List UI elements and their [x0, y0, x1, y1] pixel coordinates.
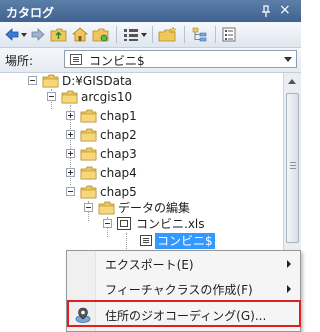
menu-item-label: フィーチャクラスの作成(F)	[105, 283, 253, 297]
tree-item-chap1[interactable]: chap1	[0, 108, 283, 124]
tree-item-chap3[interactable]: chap3	[0, 146, 283, 162]
submenu-arrow-icon	[287, 285, 291, 293]
tree-item-chap5[interactable]: chap5	[0, 184, 283, 200]
tree-item-label: コンビニ.xls	[136, 217, 205, 231]
scroll-up-icon[interactable]	[288, 79, 296, 84]
location-label: 場所:	[5, 54, 34, 68]
menu-item-label: エクスポート(E)	[105, 258, 194, 272]
scroll-thumb[interactable]	[286, 93, 299, 243]
tree-item-label: chap4	[100, 166, 137, 180]
tree-item-label: chap2	[100, 128, 137, 142]
menu-item-create-feature-class[interactable]: フィーチャクラスの作成(F)	[68, 277, 299, 301]
window-title: カタログ	[6, 6, 55, 20]
location-combobox[interactable]: コンビニ$	[64, 50, 297, 68]
folder-connect-icon[interactable]	[92, 26, 110, 43]
highlight-frame	[67, 300, 301, 327]
excel-file-icon	[117, 217, 131, 230]
expand-icon[interactable]	[66, 168, 75, 177]
folder-icon	[80, 185, 97, 199]
collapse-icon[interactable]	[47, 92, 56, 101]
table-icon	[140, 235, 152, 246]
folder-icon	[80, 147, 97, 161]
view-dropdown-icon[interactable]	[140, 26, 148, 43]
tree-item-label: chap5	[100, 185, 137, 199]
toolbar-separator	[116, 26, 117, 43]
chevron-down-icon[interactable]	[284, 57, 292, 62]
title-bar: カタログ ×	[0, 0, 301, 22]
tree-item-chap2[interactable]: chap2	[0, 127, 283, 143]
view-list-icon[interactable]	[122, 26, 140, 43]
expand-icon[interactable]	[66, 111, 75, 120]
tree-item-label: コンビニ$	[155, 233, 215, 249]
folder-icon	[61, 90, 78, 104]
tree-item-label: chap3	[100, 147, 137, 161]
tree-item-label: D:¥GISData	[62, 74, 133, 88]
new-folder-icon[interactable]	[158, 26, 178, 43]
toolbar-separator	[184, 26, 185, 43]
toolbar	[0, 22, 301, 48]
pin-icon[interactable]	[259, 4, 273, 18]
submenu-arrow-icon	[287, 260, 291, 268]
folder-icon	[98, 201, 115, 215]
tree-toggle-icon[interactable]	[191, 26, 209, 43]
table-icon	[70, 54, 82, 65]
tree-item-data-edit[interactable]: データの編集	[0, 200, 283, 216]
dropdown-icon[interactable]	[20, 26, 28, 43]
collapse-icon[interactable]	[66, 187, 75, 196]
folder-icon	[42, 74, 59, 88]
tree-item-label: chap1	[100, 109, 137, 123]
tree-item-chap4[interactable]: chap4	[0, 165, 283, 181]
tree-item-gisdata[interactable]: D:¥GISData	[0, 73, 283, 89]
collapse-icon[interactable]	[84, 203, 93, 212]
folder-icon	[80, 109, 97, 123]
tree-item-label: データの編集	[118, 201, 191, 215]
tree-item-xls[interactable]: コンビニ.xls	[0, 216, 283, 232]
home-icon[interactable]	[71, 26, 89, 43]
folder-icon	[80, 166, 97, 180]
grip-icon	[290, 162, 296, 163]
menu-item-export[interactable]: エクスポート(E)	[68, 252, 299, 276]
tree-item-arcgis10[interactable]: arcgis10	[0, 89, 283, 105]
collapse-icon[interactable]	[103, 219, 112, 228]
forward-arrow-icon[interactable]	[30, 26, 46, 43]
location-bar: 場所: コンビニ$	[0, 48, 301, 73]
location-value: コンビニ$	[89, 54, 145, 68]
expand-icon[interactable]	[66, 149, 75, 158]
tree-item-sheet-selected[interactable]: コンビニ$	[0, 233, 283, 249]
up-folder-icon[interactable]	[50, 26, 68, 43]
folder-icon	[80, 128, 97, 142]
tree-item-label: arcgis10	[81, 90, 133, 104]
toolbar-separator	[215, 26, 216, 43]
collapse-icon[interactable]	[28, 76, 37, 85]
expand-icon[interactable]	[66, 130, 75, 139]
options-icon[interactable]	[221, 26, 237, 43]
toolbar-separator	[152, 26, 153, 43]
back-arrow-icon[interactable]	[4, 26, 20, 43]
close-icon[interactable]: ×	[279, 1, 291, 19]
